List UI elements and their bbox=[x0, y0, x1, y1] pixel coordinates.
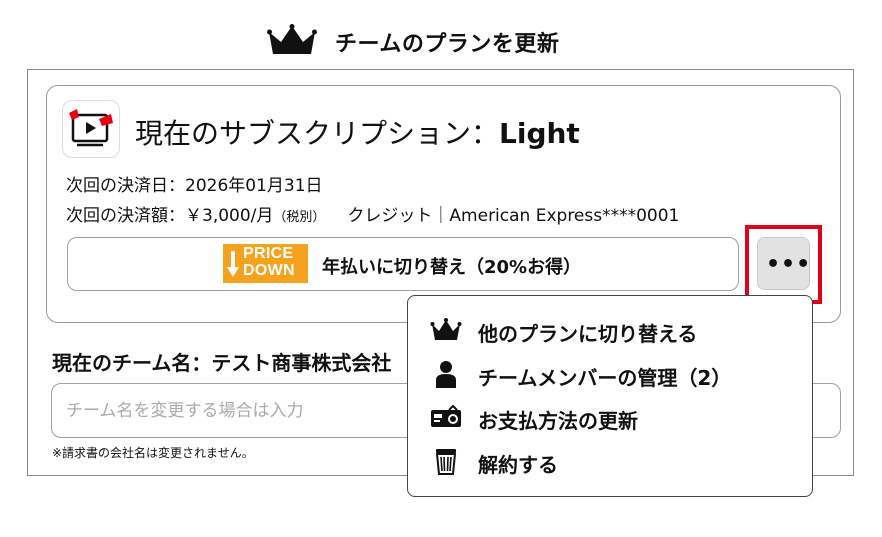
invoice-note: ※請求書の会社名は変更されません。 bbox=[52, 446, 254, 460]
badge-down-text: DOWN bbox=[243, 262, 295, 279]
next-payment-date: 次回の決済日：2026年01月31日 bbox=[66, 171, 323, 196]
crown-icon bbox=[430, 318, 462, 340]
next-date-label: 次回の決済日： bbox=[66, 176, 185, 196]
team-name-label: 現在のチーム名：テスト商事株式会社 bbox=[52, 351, 392, 375]
menu-item-label: チームメンバーの管理（2） bbox=[478, 366, 732, 390]
more-dots-icon: ••• bbox=[766, 252, 812, 277]
menu-item-cancel[interactable]: 解約する bbox=[408, 441, 812, 481]
menu-item-label: お支払方法の更新 bbox=[478, 409, 638, 433]
down-arrow-icon bbox=[227, 251, 239, 277]
crown-icon bbox=[267, 24, 317, 54]
options-menu: 他のプランに切り替える チームメンバーの管理（2） お支払方法の更新 解約する bbox=[407, 295, 813, 497]
payment-method: クレジット｜American Express****0001 bbox=[347, 206, 680, 226]
subscription-title: 現在のサブスクリプション：Light bbox=[135, 112, 580, 152]
trash-icon bbox=[435, 449, 457, 475]
page-title: チームのプランを更新 bbox=[335, 32, 560, 57]
header: チームのプランを更新 bbox=[0, 20, 882, 60]
menu-item-label: 他のプランに切り替える bbox=[478, 322, 698, 346]
menu-item-update-payment[interactable]: お支払方法の更新 bbox=[408, 397, 812, 437]
more-options-button[interactable]: ••• bbox=[757, 237, 810, 290]
video-app-icon bbox=[69, 109, 113, 147]
menu-item-label: 解約する bbox=[478, 453, 558, 477]
price-down-badge: PRICE DOWN bbox=[223, 244, 308, 283]
tax-note: （税別） bbox=[273, 210, 326, 225]
next-amount-value: ￥3,000/月 bbox=[185, 206, 274, 226]
subscription-prefix: 現在のサブスクリプション： bbox=[135, 117, 500, 150]
menu-item-switch-plan[interactable]: 他のプランに切り替える bbox=[408, 310, 812, 350]
person-icon bbox=[436, 361, 456, 388]
next-amount-label: 次回の決済額： bbox=[66, 206, 185, 226]
app-logo bbox=[62, 100, 120, 158]
switch-annual-label: 年払いに切り替え（20%お得） bbox=[322, 257, 582, 278]
next-payment-amount: 次回の決済額：￥3,000/月（税別） クレジット｜American Expres… bbox=[66, 201, 679, 226]
badge-price-text: PRICE bbox=[243, 245, 294, 262]
next-date-value: 2026年01月31日 bbox=[185, 176, 323, 196]
payment-card-icon bbox=[431, 404, 461, 427]
plan-name: Light bbox=[499, 117, 580, 150]
menu-item-manage-members[interactable]: チームメンバーの管理（2） bbox=[408, 354, 812, 394]
